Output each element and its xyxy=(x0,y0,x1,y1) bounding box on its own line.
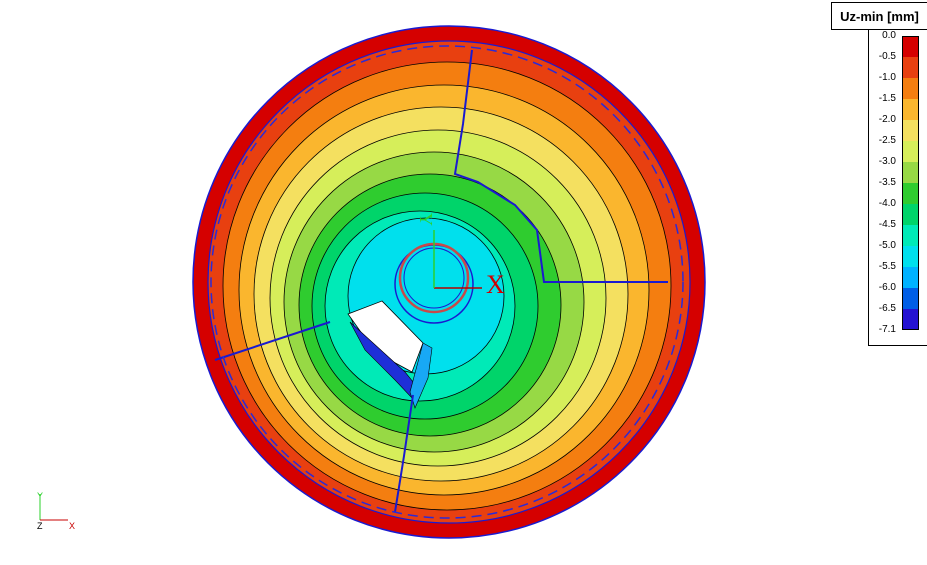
legend-swatch xyxy=(902,141,919,162)
legend-tick-label: 0.0 xyxy=(882,30,896,41)
legend-tick-label: -1.5 xyxy=(878,93,896,104)
legend-swatch xyxy=(902,246,919,267)
legend-swatch xyxy=(902,183,919,204)
legend-swatch xyxy=(902,309,919,330)
axis-x-label: X xyxy=(486,270,505,299)
legend-swatch xyxy=(902,288,919,309)
triad-y-label: Y xyxy=(37,491,44,501)
legend-tick-label: -2.0 xyxy=(878,114,896,125)
legend-swatch xyxy=(902,204,919,225)
legend-tick-label: -3.0 xyxy=(878,156,896,167)
legend-tick-label: -1.0 xyxy=(878,72,896,83)
legend-swatch xyxy=(902,120,919,141)
legend-swatch xyxy=(902,225,919,246)
legend-tick-label: -4.0 xyxy=(878,198,896,209)
legend-swatch xyxy=(902,36,919,57)
legend-tick-label: -7.1 xyxy=(878,324,896,335)
legend-tick-label: -0.5 xyxy=(878,51,896,62)
legend-tick-label: -3.5 xyxy=(878,177,896,188)
legend-tick-label: -6.0 xyxy=(878,282,896,293)
triad-x-label: X xyxy=(69,521,76,531)
triad-z-label: Z xyxy=(37,521,43,531)
axis-y-label: Y xyxy=(416,213,436,226)
legend-swatch xyxy=(902,162,919,183)
legend-tick-label: -5.5 xyxy=(878,261,896,272)
legend-tick-label: -5.0 xyxy=(878,240,896,251)
legend-swatch xyxy=(902,99,919,120)
legend-title: Uz-min [mm] xyxy=(831,2,927,30)
legend-tick-label: -4.5 xyxy=(878,219,896,230)
legend-tick-label: -6.5 xyxy=(878,303,896,314)
legend-swatch xyxy=(902,267,919,288)
contour-plot: X Y xyxy=(192,25,706,539)
legend-swatch xyxy=(902,57,919,78)
legend-tick-label: -2.5 xyxy=(878,135,896,146)
legend-swatch xyxy=(902,78,919,99)
